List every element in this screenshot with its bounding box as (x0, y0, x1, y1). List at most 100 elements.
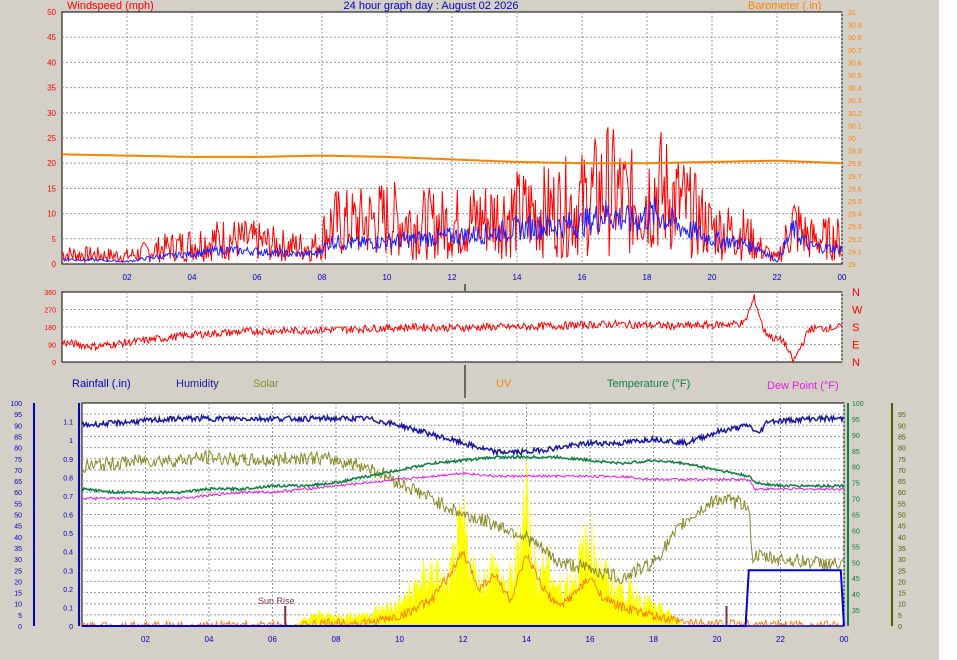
dew-point-label: Dew Point (°F) (767, 380, 839, 392)
bottom-right-outer-tick-label: 45 (898, 524, 906, 531)
bottom-right-inner-tick-label: 90 (852, 433, 860, 440)
dir-compass-label: S (852, 322, 859, 334)
temperature-label: Temperature (°F) (607, 378, 690, 390)
dir-left-tick-label: 90 (48, 343, 56, 350)
bottom-left-outer-tick-label: 95 (14, 412, 22, 419)
bottom-x-tick-label: 08 (332, 635, 341, 644)
top-right-tick-label: 30.4 (848, 86, 862, 93)
bottom-left-inner-tick-label: 0.6 (63, 513, 73, 520)
bottom-right-inner-tick-label: 35 (852, 608, 860, 615)
bottom-left-outer-tick-label: 45 (14, 524, 22, 531)
bottom-left-outer-tick-label: 0 (18, 624, 22, 631)
uv-label: UV (496, 378, 512, 390)
bottom-x-tick-label: 00 (840, 635, 849, 644)
bottom-right-inner-tick-label: 70 (852, 497, 860, 504)
bottom-right-inner-tick-label: 50 (852, 560, 860, 567)
bottom-left-outer-tick-label: 70 (14, 468, 22, 475)
top-right-tick-label: 30.7 (848, 48, 862, 55)
bottom-left-inner-tick-label: 0.9 (63, 457, 73, 464)
top-left-tick-label: 30 (47, 109, 56, 118)
top-x-tick-label: 22 (773, 273, 782, 282)
dir-compass-label: N (852, 357, 860, 369)
top-right-tick-label: 29.2 (848, 237, 862, 244)
bottom-left-inner-tick-label: 0.7 (63, 494, 73, 501)
top-right-tick-label: 29 (848, 262, 856, 269)
top-right-tick-label: 31 (848, 10, 856, 17)
top-right-tick-label: 29.8 (848, 161, 862, 168)
dir-compass-label: E (852, 340, 859, 352)
bottom-right-outer-tick-label: 30 (898, 557, 906, 564)
bottom-left-inner-tick-label: 0.1 (63, 605, 73, 612)
bottom-right-outer-tick-label: 60 (898, 490, 906, 497)
top-x-tick-label: 08 (318, 273, 327, 282)
bottom-left-inner-tick-label: 0.8 (63, 475, 73, 482)
top-x-tick-label: 12 (448, 273, 457, 282)
bottom-left-outer-tick-label: 5 (18, 613, 22, 620)
top-x-tick-label: 18 (643, 273, 652, 282)
solar-label: Solar (253, 378, 279, 390)
bottom-x-tick-label: 14 (522, 635, 531, 644)
bottom-x-tick-label: 10 (395, 635, 404, 644)
bottom-right-outer-tick-label: 65 (898, 479, 906, 486)
dir-left-tick-label: 0 (52, 360, 56, 367)
top-x-tick-label: 06 (253, 273, 262, 282)
bottom-left-outer-tick-label: 100 (10, 401, 22, 408)
top-right-tick-label: 30.9 (848, 23, 862, 30)
bottom-left-inner-tick-label: 0.5 (63, 531, 73, 538)
bottom-left-inner-tick-label: 0 (69, 624, 73, 631)
bottom-left-outer-tick-label: 60 (14, 490, 22, 497)
weather-graph-canvas: 02 04 06 08 10 12 14 16 18 20 22 000510152025303540… (10, 0, 906, 644)
top-right-tick-label: 30 (848, 136, 856, 143)
bottom-right-inner-tick-label: 95 (852, 417, 860, 424)
bottom-x-tick-label: 20 (713, 635, 722, 644)
bottom-left-inner-tick-label: 0.4 (63, 550, 73, 557)
bottom-right-outer-tick-label: 55 (898, 501, 906, 508)
left-axis-title: Windspeed (mph) (67, 0, 154, 12)
top-x-tick-label: 10 (383, 273, 392, 282)
top-right-tick-label: 29.6 (848, 186, 862, 193)
dir-left-tick-label: 270 (44, 308, 56, 315)
top-right-tick-label: 30.8 (848, 35, 862, 42)
bottom-left-outer-tick-label: 65 (14, 479, 22, 486)
bottom-right-inner-tick-label: 100 (852, 401, 864, 408)
dir-left-tick-label: 180 (44, 325, 56, 332)
bottom-right-outer-tick-label: 90 (898, 423, 906, 430)
rainfall-label: Rainfall (.in) (72, 378, 131, 390)
chart-title: 24 hour graph day : August 02 2026 (344, 0, 519, 12)
bottom-left-inner-tick-label: 0.3 (63, 568, 73, 575)
top-x-tick-label: 20 (708, 273, 717, 282)
top-right-tick-label: 30.2 (848, 111, 862, 118)
bottom-x-tick-label: 02 (141, 635, 150, 644)
bottom-right-inner-tick-label: 75 (852, 481, 860, 488)
top-left-tick-label: 5 (52, 235, 57, 244)
top-x-tick-label: 16 (578, 273, 587, 282)
bottom-left-inner-tick-label: 0.2 (63, 587, 73, 594)
bottom-x-tick-label: 04 (205, 635, 214, 644)
bottom-right-outer-tick-label: 80 (898, 446, 906, 453)
top-right-tick-label: 29.3 (848, 224, 862, 231)
top-right-tick-label: 30.6 (848, 60, 862, 67)
bottom-right-inner-tick-label: 80 (852, 465, 860, 472)
bottom-left-outer-tick-label: 55 (14, 501, 22, 508)
bottom-left-inner-tick-label: 1.1 (63, 420, 73, 427)
bottom-right-outer-tick-label: 5 (898, 613, 902, 620)
top-x-tick-label: 02 (123, 273, 132, 282)
bottom-left-outer-tick-label: 30 (14, 557, 22, 564)
top-right-tick-label: 30.1 (848, 123, 862, 130)
top-left-tick-label: 20 (47, 159, 56, 168)
bottom-right-inner-tick-label: 45 (852, 576, 860, 583)
bottom-left-outer-tick-label: 50 (14, 513, 22, 520)
top-right-tick-label: 29.9 (848, 149, 862, 156)
top-left-tick-label: 10 (47, 210, 56, 219)
top-left-tick-label: 50 (47, 8, 56, 17)
top-right-tick-label: 30.3 (848, 98, 862, 105)
bottom-left-outer-tick-label: 40 (14, 535, 22, 542)
bottom-right-outer-tick-label: 0 (898, 624, 902, 631)
bottom-left-outer-tick-label: 80 (14, 446, 22, 453)
bottom-right-outer-tick-label: 35 (898, 546, 906, 553)
sunrise-label: Sun Rise (258, 596, 295, 606)
top-left-tick-label: 35 (47, 84, 56, 93)
bottom-right-inner-tick-label: 85 (852, 449, 860, 456)
top-right-tick-label: 29.4 (848, 212, 862, 219)
top-left-tick-label: 25 (47, 134, 56, 143)
